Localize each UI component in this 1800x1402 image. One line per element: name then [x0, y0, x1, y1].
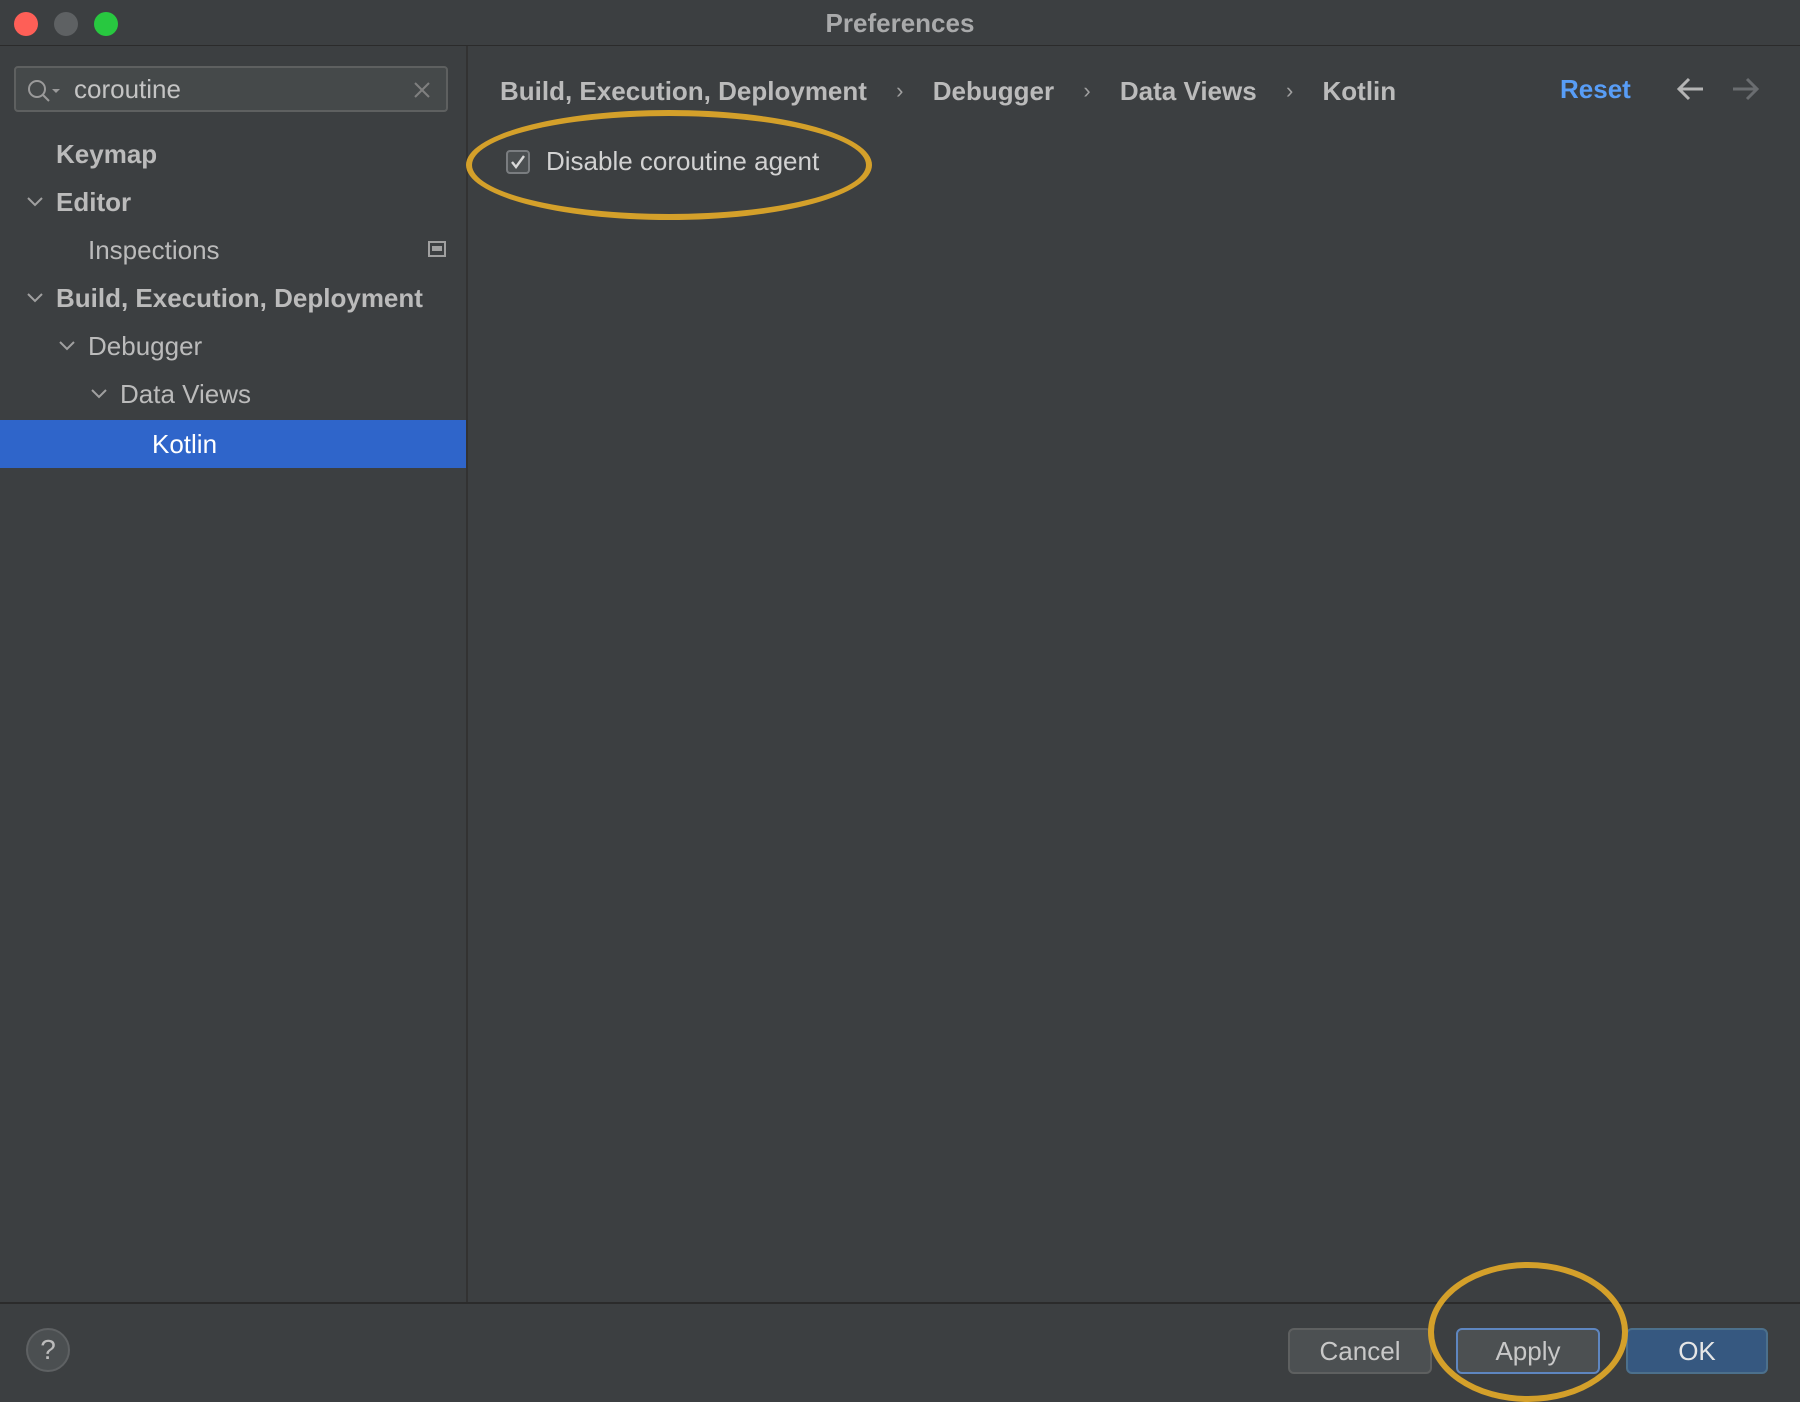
breadcrumb-separator-icon: ›: [1083, 78, 1091, 104]
breadcrumb-item[interactable]: Data Views: [1120, 76, 1257, 107]
tree-item-label: Debugger: [88, 331, 203, 361]
tree-item-data-views[interactable]: Data Views: [0, 370, 466, 418]
settings-content: Build, Execution, Deployment › Debugger …: [468, 46, 1800, 1302]
breadcrumb-item[interactable]: Build, Execution, Deployment: [500, 76, 867, 107]
search-input[interactable]: coroutine: [74, 74, 181, 105]
ok-button[interactable]: OK: [1626, 1328, 1768, 1374]
chevron-down-icon[interactable]: [89, 384, 109, 404]
reset-link[interactable]: Reset: [1560, 74, 1631, 105]
help-button[interactable]: ?: [26, 1328, 70, 1372]
chevron-down-icon[interactable]: [57, 336, 77, 356]
tree-item-label: Inspections: [88, 235, 220, 265]
chevron-down-icon[interactable]: [25, 192, 45, 212]
apply-button[interactable]: Apply: [1456, 1328, 1600, 1374]
window-title: Preferences: [825, 8, 975, 38]
breadcrumb-item[interactable]: Debugger: [933, 76, 1054, 107]
search-icon[interactable]: [26, 77, 62, 105]
breadcrumb-separator-icon: ›: [1285, 78, 1294, 104]
arrow-right-icon[interactable]: [1730, 76, 1760, 102]
tree-item-inspections[interactable]: Inspections: [0, 226, 466, 274]
tree-item-label: Keymap: [56, 139, 158, 169]
arrow-left-icon[interactable]: [1676, 76, 1706, 102]
tree-item-label: Build, Execution, Deployment: [56, 283, 423, 313]
title-bar: Preferences: [0, 0, 1800, 46]
project-scope-icon: [428, 241, 446, 257]
clear-search-icon[interactable]: [412, 80, 432, 100]
breadcrumb-separator-icon: ›: [896, 78, 904, 104]
tree-item-debugger[interactable]: Debugger: [0, 322, 466, 370]
settings-sidebar: coroutine Keymap Editor Inspections Buil…: [0, 46, 468, 1302]
preferences-window: Preferences coroutine Keymap Editor Insp…: [0, 0, 1800, 1402]
dialog-footer: ? Cancel Apply OK: [0, 1302, 1800, 1396]
breadcrumb-item: Kotlin: [1322, 75, 1397, 106]
tree-item-kotlin[interactable]: Kotlin: [0, 420, 466, 468]
option-label[interactable]: Disable coroutine agent: [546, 146, 819, 177]
tree-item-keymap[interactable]: Keymap: [0, 130, 466, 178]
disable-coroutine-agent-checkbox[interactable]: [506, 150, 530, 174]
cancel-button[interactable]: Cancel: [1288, 1328, 1432, 1374]
checkmark-icon: [511, 155, 525, 169]
tree-item-build-execution-deployment[interactable]: Build, Execution, Deployment: [0, 274, 466, 322]
tree-item-label: Editor: [56, 187, 132, 217]
tree-item-label: Data Views: [120, 379, 252, 409]
chevron-down-icon[interactable]: [25, 288, 45, 308]
tree-item-label: Kotlin: [152, 429, 218, 459]
breadcrumb: Build, Execution, Deployment › Debugger …: [500, 74, 1396, 107]
settings-search-field[interactable]: coroutine: [14, 66, 448, 112]
tree-item-editor[interactable]: Editor: [0, 178, 466, 226]
